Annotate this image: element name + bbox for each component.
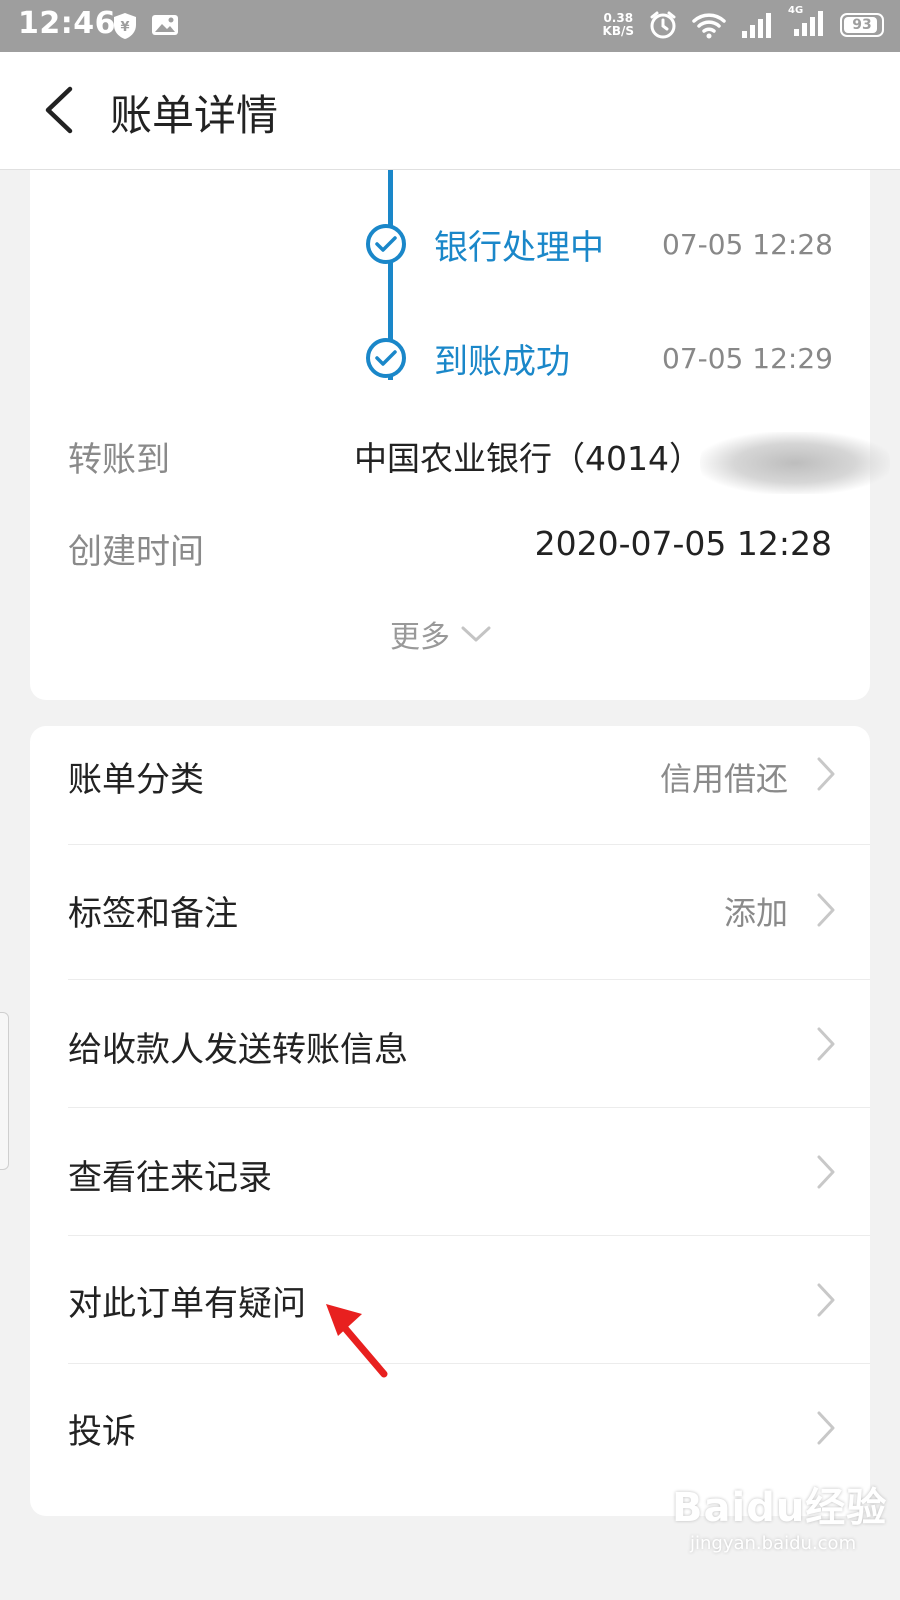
created-time-value: 2020-07-05 12:28 [534,524,832,563]
tags-value: 添加 [723,894,788,932]
annotation-arrow-icon [326,1304,388,1378]
net-speed: 0.38 KB/S [602,11,634,38]
chevron-down-icon [461,626,491,642]
transfer-to-value: 中国农业银行（4014） [354,439,702,478]
check-circle-icon [366,338,406,378]
category-value: 信用借还 [659,760,788,798]
list-item-complain[interactable]: 投诉 [30,1364,870,1492]
history-label: 查看往来记录 [68,1158,272,1198]
complain-label: 投诉 [68,1412,136,1452]
battery-level: 93 [852,17,872,33]
divider [68,844,870,845]
timeline-step-label: 银行处理中 [434,228,604,268]
status-right-icons: 0.38 KB/S 4G 93 [602,5,884,41]
page-title: 账单详情 [110,91,279,140]
floating-side-handle[interactable] [0,1012,9,1170]
back-button[interactable] [30,78,86,142]
bill-detail-card: 银行处理中 07-05 12:28 到账成功 07-05 12:29 转账到 中… [30,170,890,700]
shield-yen-icon: ¥ [114,13,136,39]
status-bar: 12:46 ¥ 0.38 KB/S 4G 93 [0,0,900,52]
timeline-step-time: 07-05 12:28 [662,228,833,261]
chevron-right-icon [817,1027,835,1061]
created-time-label: 创建时间 [68,532,204,572]
chevron-right-icon [817,893,835,927]
category-label: 账单分类 [68,760,204,800]
signal-icon [742,13,771,38]
chevron-right-icon [817,1411,835,1445]
baidu-watermark: Baidu经验 jingyan.baidu.com [672,1475,892,1575]
battery-icon: 93 [840,13,884,37]
tags-label: 标签和备注 [68,894,238,934]
check-circle-icon [366,224,406,264]
bill-actions-card: 账单分类 信用借还 标签和备注 添加 给收款人发送转账信息 查看往来记录 对此订… [30,726,870,1516]
alarm-clock-icon [650,11,676,39]
chevron-right-icon [817,757,835,791]
timeline-step-time: 07-05 12:29 [662,342,833,375]
more-label: 更多 [390,620,450,655]
list-item-send-info[interactable]: 给收款人发送转账信息 [30,980,870,1108]
timeline-step-processing: 银行处理中 07-05 12:28 [366,224,833,268]
list-item-history[interactable]: 查看往来记录 [30,1108,870,1236]
more-toggle[interactable]: 更多 [390,612,492,656]
status-left-icons: ¥ [112,12,180,40]
chevron-right-icon [817,1283,835,1317]
send-info-label: 给收款人发送转账信息 [68,1030,408,1070]
transfer-to-label: 转账到 [68,440,170,480]
watermark-site: jingyan.baidu.com [690,1533,857,1554]
signal-4g: 4G [788,5,826,41]
chevron-right-icon [817,1155,835,1189]
timeline-step-arrived: 到账成功 07-05 12:29 [366,338,833,382]
image-notification-icon [152,15,178,35]
status-time: 12:46 [18,6,116,41]
question-label: 对此订单有疑问 [68,1284,306,1324]
list-item-category[interactable]: 账单分类 信用借还 [30,726,870,860]
svg-text:¥: ¥ [120,20,129,35]
list-item-tags[interactable]: 标签和备注 添加 [30,860,870,994]
redacted-name-blur [700,432,890,494]
wifi-icon [692,13,726,39]
watermark-logo: Baidu经验 [672,1485,888,1531]
timeline-step-label: 到账成功 [434,342,570,382]
list-item-question[interactable]: 对此订单有疑问 [30,1236,870,1364]
app-header: 账单详情 [0,52,900,170]
back-arrow-icon [45,86,73,134]
